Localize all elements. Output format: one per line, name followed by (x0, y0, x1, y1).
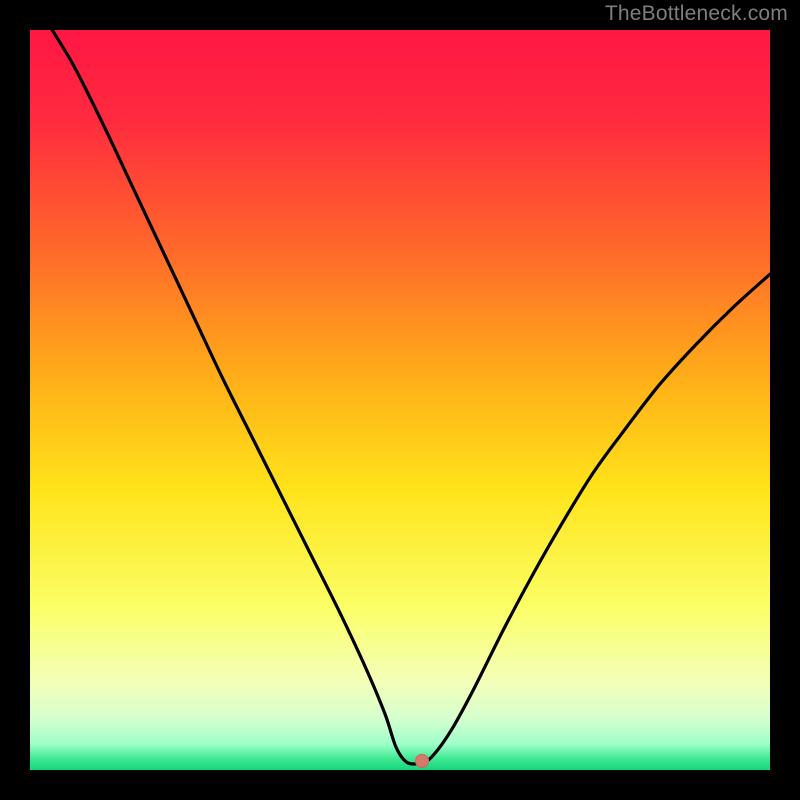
watermark-label: TheBottleneck.com (605, 2, 788, 26)
plot-background (30, 30, 770, 770)
plot-frame (30, 30, 770, 770)
plot-svg (30, 30, 770, 770)
chart-stage: TheBottleneck.com (0, 0, 800, 800)
optimal-point-marker (415, 754, 429, 768)
